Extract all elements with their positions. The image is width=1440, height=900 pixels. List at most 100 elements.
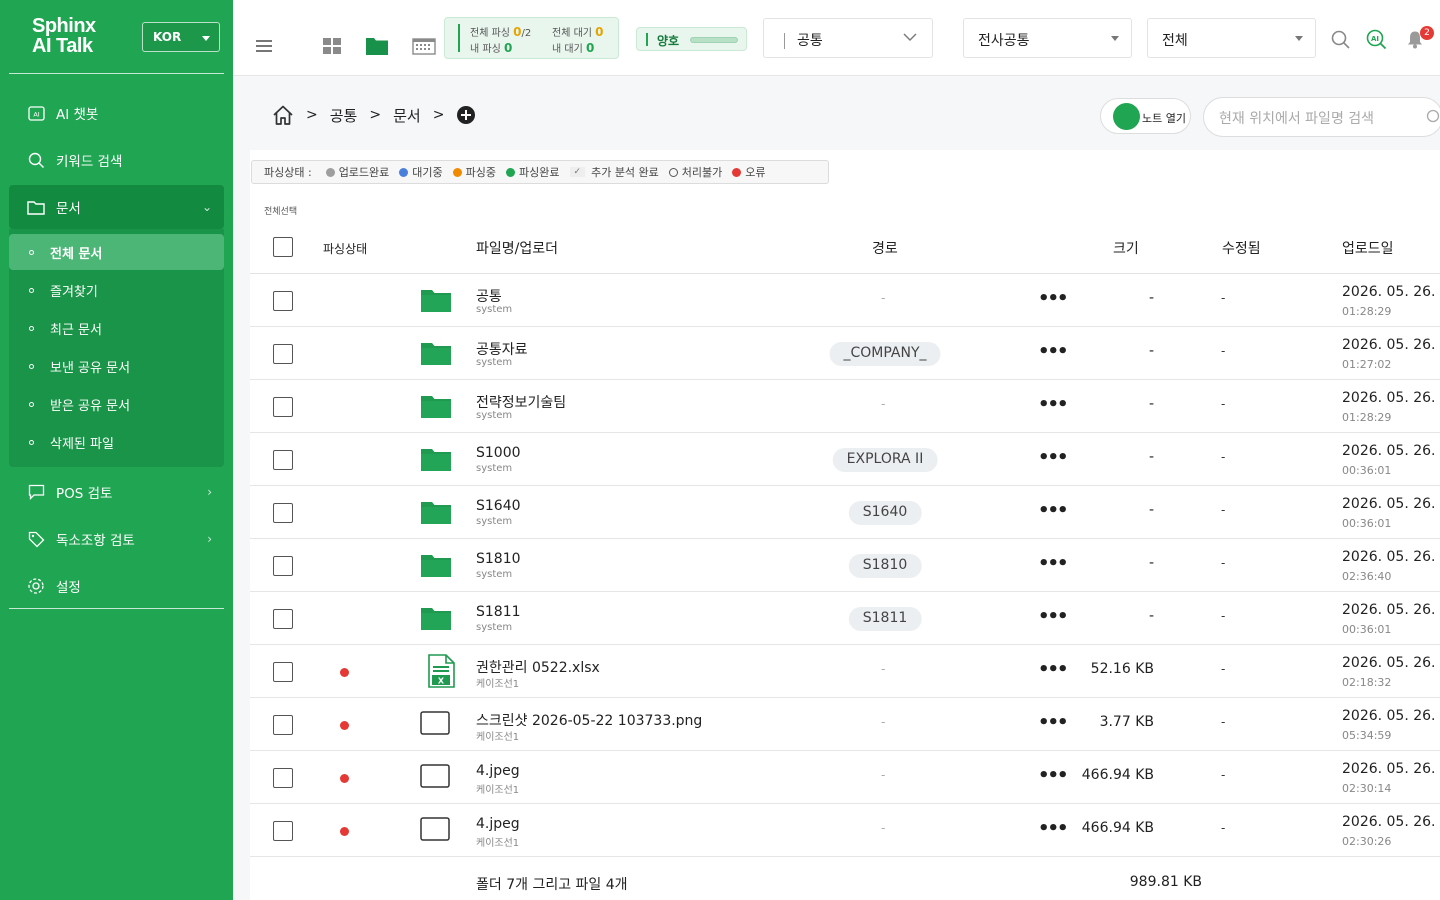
file-search-placeholder: 현재 위치에서 파일명 검색 — [1219, 111, 1375, 127]
nav-documents[interactable]: 문서 ⌄ — [9, 185, 224, 229]
header-uploaded[interactable]: 업로드일 — [1342, 238, 1394, 258]
language-select[interactable]: KOR — [142, 22, 220, 52]
path-chip[interactable]: _COMPANY_ — [829, 342, 941, 366]
row-checkbox[interactable] — [273, 291, 293, 311]
nav-ai-chatbot[interactable]: AI AI 챗봇 — [9, 91, 224, 135]
row-checkbox[interactable] — [273, 768, 293, 788]
header-status[interactable]: 파싱상태 — [323, 240, 367, 257]
header-size[interactable]: 크기 — [1113, 238, 1139, 258]
table-row[interactable]: 공통자료 system _COMPANY_ ••• - -2026. 05. 26. 01:… — [250, 327, 1440, 380]
table-row[interactable]: 4.jpeg 케이조선1- ••• 466.94 KB -2026. 05. 26. 02… — [250, 804, 1440, 857]
submenu-label: 최근 문서 — [50, 322, 102, 338]
table-row[interactable]: 전략정보기술팀 system - ••• - -2026. 05. 26. 01:28:29 — [250, 380, 1440, 433]
table-row[interactable]: S1000 system EXPLORA II ••• - -2026. 05. 26. 0… — [250, 433, 1440, 486]
file-name[interactable]: 스크린샷 2026-05-22 103733.png — [476, 710, 702, 730]
row-checkbox[interactable] — [273, 344, 293, 364]
file-name[interactable]: 공통자료 — [476, 339, 528, 359]
nav-pos-review[interactable]: POS 검토 › — [9, 470, 224, 514]
breadcrumb-item[interactable]: 공통 — [330, 105, 358, 126]
file-name[interactable]: 권한관리 0522.xlsx — [476, 657, 600, 677]
folder-icon — [420, 340, 452, 370]
note-toggle[interactable]: 노트 열기 — [1100, 98, 1191, 134]
header-name[interactable]: 파일명/업로더 — [476, 238, 558, 258]
folder-view-button[interactable] — [364, 35, 390, 57]
row-checkbox[interactable] — [273, 609, 293, 629]
total-wait-value: 0 — [595, 25, 604, 39]
table-row[interactable]: X 권한관리 0522.xlsx 케이조선1- ••• 52.16 KB -2026. 0… — [250, 645, 1440, 698]
file-uploader: system — [476, 622, 513, 633]
search-button[interactable] — [1330, 29, 1350, 49]
row-checkbox[interactable] — [273, 397, 293, 417]
file-name[interactable]: S1640 — [476, 498, 521, 514]
modified-value: - — [1221, 662, 1226, 676]
upload-time: 01:28:29 — [1342, 411, 1392, 424]
submenu-recent[interactable]: 최근 문서 — [9, 310, 224, 346]
upload-date: 2026. 05. 26. — [1342, 602, 1436, 618]
green-dot-icon — [506, 167, 516, 177]
calendar-view-button[interactable] — [411, 36, 437, 56]
submenu-received-shared[interactable]: 받은 공유 문서 — [9, 386, 224, 422]
brand-logo[interactable]: Sphinx AI Talk — [32, 16, 96, 56]
row-checkbox[interactable] — [273, 450, 293, 470]
row-checkbox[interactable] — [273, 503, 293, 523]
file-uploader: system — [476, 516, 513, 527]
menu-toggle-button[interactable] — [255, 37, 273, 55]
header-modified[interactable]: 수정됨 — [1222, 238, 1261, 258]
submenu-favorites[interactable]: 즐겨찾기 — [9, 272, 224, 308]
submenu-all-documents[interactable]: 전체 문서 — [9, 234, 224, 270]
submenu-deleted[interactable]: 삭제된 파일 — [9, 424, 224, 460]
submenu-sent-shared[interactable]: 보낸 공유 문서 — [9, 348, 224, 384]
file-name[interactable]: 4.jpeg — [476, 763, 520, 779]
table-row[interactable]: S1640 system S1640 ••• - -2026. 05. 26. 00:36:… — [250, 486, 1440, 539]
file-name[interactable]: S1811 — [476, 604, 521, 620]
file-search-input[interactable]: 현재 위치에서 파일명 검색 — [1203, 97, 1440, 137]
table-row[interactable]: 스크린샷 2026-05-22 103733.png 케이조선1- ••• 3.77 … — [250, 698, 1440, 751]
scope-dropdown[interactable]: 전사공통 — [963, 18, 1132, 58]
select-all-checkbox[interactable] — [273, 237, 293, 257]
nav-keyword-search[interactable]: 키워드 검색 — [9, 138, 224, 182]
add-folder-button[interactable] — [456, 105, 476, 125]
status-error-dot-icon — [340, 774, 349, 783]
legend-item: 파싱중 — [452, 164, 496, 180]
path-chip[interactable]: S1640 — [848, 501, 922, 525]
filter-dropdown[interactable]: 전체 — [1147, 18, 1316, 58]
file-name[interactable]: S1810 — [476, 551, 521, 567]
accent-bar — [646, 33, 648, 46]
path-chip[interactable]: EXPLORA II — [832, 448, 938, 472]
header-path[interactable]: 경로 — [872, 238, 898, 258]
bullet-icon — [29, 363, 34, 369]
file-uploader: system — [476, 304, 513, 315]
file-size: - — [1148, 343, 1154, 359]
system-status-badge: 양호 — [636, 27, 747, 51]
caret-down-icon — [1111, 36, 1119, 41]
ai-search-button[interactable]: AI — [1365, 28, 1387, 50]
home-button[interactable] — [272, 104, 294, 126]
ai-chat-icon: AI — [27, 104, 45, 122]
breadcrumb-item[interactable]: 문서 — [393, 105, 421, 126]
file-size: - — [1148, 608, 1154, 624]
row-checkbox[interactable] — [273, 662, 293, 682]
table-row[interactable]: S1810 system S1810 ••• - -2026. 05. 26. 02:36:… — [250, 539, 1440, 592]
path-chip[interactable]: S1810 — [848, 554, 922, 578]
nav-toxic-review[interactable]: 독소조항 검토 › — [9, 517, 224, 561]
nav-settings[interactable]: 설정 — [9, 564, 224, 608]
file-name[interactable]: 4.jpeg — [476, 816, 520, 832]
path-chip[interactable]: S1811 — [848, 607, 922, 631]
path-dropdown[interactable]: 공통 — [763, 18, 933, 58]
file-name[interactable]: S1000 — [476, 445, 521, 461]
file-uploader: system — [476, 569, 513, 580]
row-checkbox[interactable] — [273, 715, 293, 735]
modified-value: - — [1221, 609, 1226, 623]
row-checkbox[interactable] — [273, 556, 293, 576]
table-row[interactable]: 공통 system - ••• - -2026. 05. 26. 01:28:29 — [250, 274, 1440, 327]
modified-value: - — [1221, 715, 1226, 729]
table-row[interactable]: S1811 system S1811 ••• - -2026. 05. 26. 00:36:… — [250, 592, 1440, 645]
table-row[interactable]: 4.jpeg 케이조선1- ••• 466.94 KB -2026. 05. 26. 02… — [250, 751, 1440, 804]
footer-total-size: 989.81 KB — [1129, 874, 1202, 890]
file-name[interactable]: 공통 — [476, 286, 502, 306]
legend-label: 추가 분석 완료 — [591, 166, 659, 179]
grid-view-button[interactable] — [321, 36, 343, 56]
row-checkbox[interactable] — [273, 821, 293, 841]
file-name[interactable]: 전략정보기술팀 — [476, 392, 566, 412]
file-uploader: 케이조선1 — [476, 679, 520, 690]
